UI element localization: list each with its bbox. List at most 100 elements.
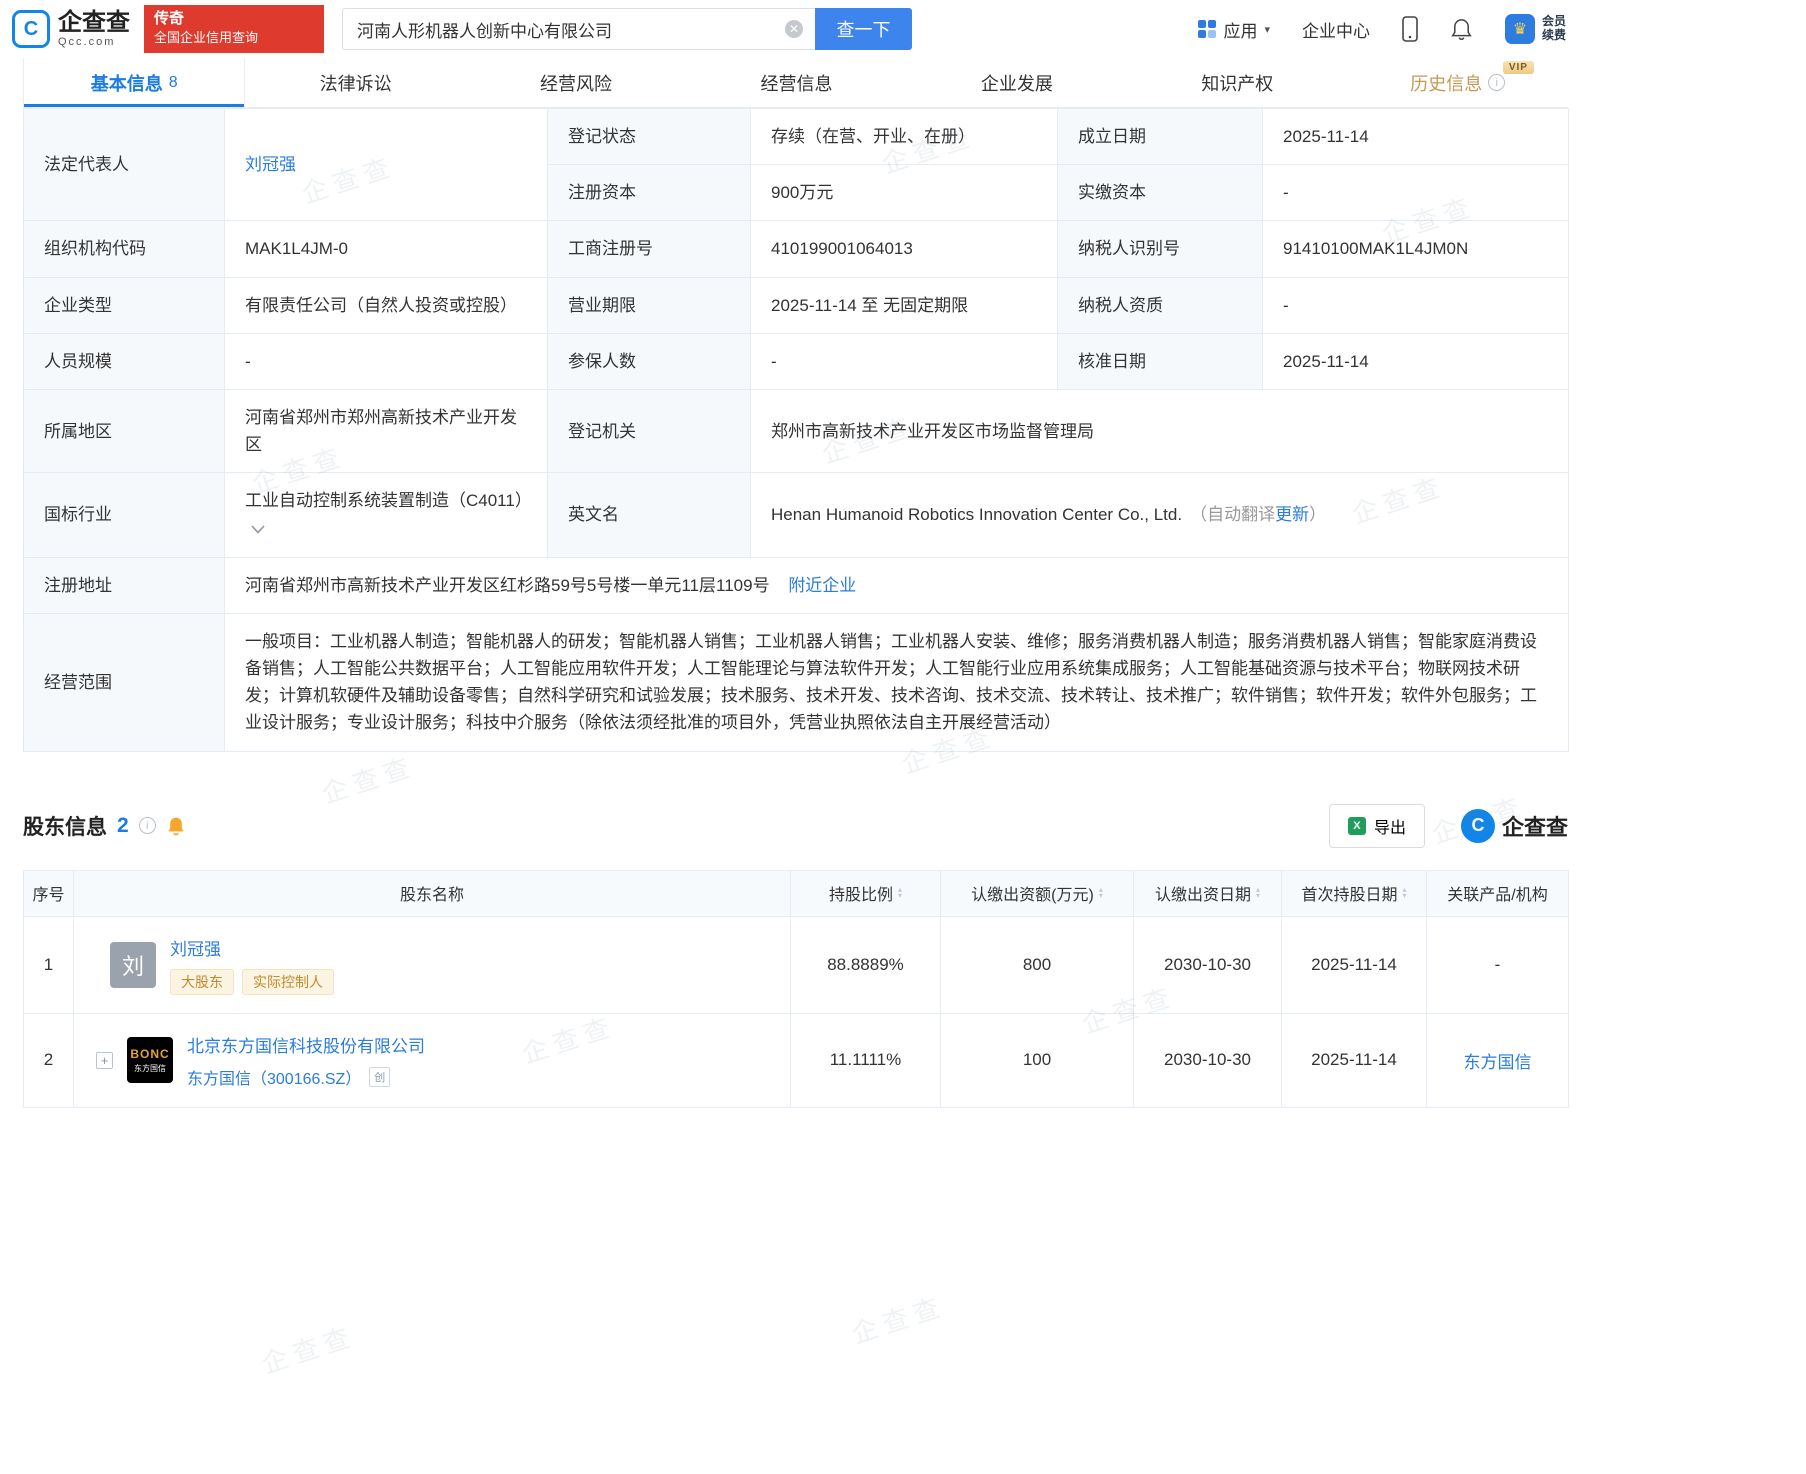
label-biz-reg-no: 工商注册号 xyxy=(548,221,751,277)
apps-menu[interactable]: 应用 ▾ xyxy=(1198,17,1270,42)
logo-cn-text: 企查查 xyxy=(58,10,130,35)
clear-icon[interactable]: ✕ xyxy=(785,20,803,38)
watermark-text: 企查查 xyxy=(847,1286,950,1351)
table-row: 注册地址 河南省郑州市高新技术产业开发区红杉路59号5号楼一单元11层1109号… xyxy=(24,557,1569,613)
avatar: 刘 xyxy=(110,942,156,988)
value-biz-term: 2025-11-14 至 无固定期限 xyxy=(751,277,1058,333)
col-subscribe-date[interactable]: 认缴出资日期▴▾ xyxy=(1134,870,1282,916)
tab-intellectual-property[interactable]: 知识产权 xyxy=(1127,58,1347,107)
col-seq: 序号 xyxy=(24,870,74,916)
search-button[interactable]: 查一下 xyxy=(815,8,912,50)
col-shareholder-name: 股东名称 xyxy=(74,870,791,916)
label-taxpayer-id: 纳税人识别号 xyxy=(1058,221,1263,277)
seq-cell: 2 xyxy=(24,1013,74,1107)
shareholders-count: 2 xyxy=(117,814,129,838)
label-insured-count: 参保人数 xyxy=(548,333,751,389)
mobile-app-icon[interactable] xyxy=(1402,16,1418,42)
table-row-shareholder-1: 1 刘 刘冠强 大股东 实际控制人 88.8889% 800 xyxy=(24,916,1569,1013)
history-info-icon[interactable]: i xyxy=(1488,74,1505,91)
caret-down-icon: ▾ xyxy=(1264,23,1270,36)
notification-bell-icon[interactable] xyxy=(1450,17,1473,42)
table-row: 国标行业 工业自动控制系统装置制造（C4011） 英文名 Henan Human… xyxy=(24,473,1569,557)
label-taxpayer-qual: 纳税人资质 xyxy=(1058,277,1263,333)
col-subscribed-amount[interactable]: 认缴出资额(万元)▴▾ xyxy=(941,870,1134,916)
promo-line1: 传奇 xyxy=(154,9,314,29)
monitor-bell-icon[interactable] xyxy=(166,815,186,837)
search-bar: ✕ 查一下 xyxy=(342,8,912,50)
tab-history-info[interactable]: VIP 历史信息 i xyxy=(1348,58,1568,107)
tag-major-shareholder: 大股东 xyxy=(170,969,234,995)
legal-rep-link[interactable]: 刘冠强 xyxy=(245,155,296,174)
value-reg-authority: 郑州市高新技术产业开发区市场监督管理局 xyxy=(751,389,1569,472)
apps-grid-icon xyxy=(1198,20,1216,38)
auto-translate-note: （自动翻译更新） xyxy=(1190,505,1326,524)
label-business-scope: 经营范围 xyxy=(24,613,225,751)
shareholders-info-icon[interactable]: i xyxy=(139,817,156,834)
search-input[interactable] xyxy=(342,8,815,50)
value-org-code: MAK1L4JM-0 xyxy=(225,221,548,277)
sort-icon[interactable]: ▴▾ xyxy=(898,887,902,899)
label-biz-term: 营业期限 xyxy=(548,277,751,333)
label-industry: 国标行业 xyxy=(24,473,225,557)
value-reg-capital: 900万元 xyxy=(751,165,1058,221)
first-hold-date-cell: 2025-11-14 xyxy=(1282,1013,1427,1107)
table-row: 企业类型 有限责任公司（自然人投资或控股） 营业期限 2025-11-14 至 … xyxy=(24,277,1569,333)
tab-legal-litigation[interactable]: 法律诉讼 xyxy=(245,58,465,107)
table-row-shareholder-2: 2 + BONC 东方国信 北京东方国信科技股份有限公司 东方国信（300166… xyxy=(24,1013,1569,1107)
label-paid-capital: 实缴资本 xyxy=(1058,165,1263,221)
tab-basic-info[interactable]: 基本信息 8 xyxy=(23,58,245,107)
tab-enterprise-development[interactable]: 企业发展 xyxy=(907,58,1127,107)
related-product-link[interactable]: 东方国信 xyxy=(1464,1053,1532,1072)
expand-row-button[interactable]: + xyxy=(96,1052,113,1069)
logo-en-text: Qcc.com xyxy=(58,36,130,48)
value-reg-status: 存续（在营、开业、在册） xyxy=(751,109,1058,165)
sort-icon[interactable]: ▴▾ xyxy=(1099,887,1103,899)
tab-operating-info[interactable]: 经营信息 xyxy=(686,58,906,107)
subscribe-date-cell: 2030-10-30 xyxy=(1134,916,1282,1013)
qcc-stamp-icon: C xyxy=(1461,809,1495,843)
shareholder-name-link[interactable]: 北京东方国信科技股份有限公司 xyxy=(187,1037,425,1056)
promo-badge[interactable]: 传奇 全国企业信用查询 xyxy=(144,5,324,53)
stock-code-link[interactable]: 东方国信（300166.SZ） xyxy=(187,1065,361,1089)
tab-operating-risk[interactable]: 经营风险 xyxy=(466,58,686,107)
value-paid-capital: - xyxy=(1263,165,1569,221)
watermark-text: 企查查 xyxy=(317,746,420,811)
vip-crown-icon: ♛ xyxy=(1505,14,1535,44)
basic-info-table: 法定代表人 刘冠强 登记状态 存续（在营、开业、在册） 成立日期 2025-11… xyxy=(23,108,1569,752)
shareholders-table: 序号 股东名称 持股比例▴▾ 认缴出资额(万元)▴▾ 认缴出资日期▴▾ 首次持股… xyxy=(23,870,1569,1108)
table-header-row: 序号 股东名称 持股比例▴▾ 认缴出资额(万元)▴▾ 认缴出资日期▴▾ 首次持股… xyxy=(24,870,1569,916)
col-first-hold-date[interactable]: 首次持股日期▴▾ xyxy=(1282,870,1427,916)
vip-renewal-button[interactable]: ♛ 会员 续费 xyxy=(1505,14,1566,44)
enterprise-center-link[interactable]: 企业中心 xyxy=(1302,17,1370,42)
shareholder-name-link[interactable]: 刘冠强 xyxy=(170,940,221,959)
label-reg-authority: 登记机关 xyxy=(548,389,751,472)
label-approval-date: 核准日期 xyxy=(1058,333,1263,389)
table-row: 组织机构代码 MAK1L4JM-0 工商注册号 410199001064013 … xyxy=(24,221,1569,277)
table-row: 人员规模 - 参保人数 - 核准日期 2025-11-14 xyxy=(24,333,1569,389)
sort-icon[interactable]: ▴▾ xyxy=(1403,887,1407,899)
value-est-date: 2025-11-14 xyxy=(1263,109,1569,165)
tab-basic-info-count: 8 xyxy=(169,74,178,92)
excel-icon: X xyxy=(1348,817,1366,835)
translate-update-link[interactable]: 更新 xyxy=(1275,505,1309,524)
value-insured-count: - xyxy=(751,333,1058,389)
watermark-text: 企查查 xyxy=(257,1316,360,1381)
shareholders-title: 股东信息 xyxy=(23,811,107,841)
label-est-date: 成立日期 xyxy=(1058,109,1263,165)
subscribe-date-cell: 2030-10-30 xyxy=(1134,1013,1282,1107)
label-reg-status: 登记状态 xyxy=(548,109,751,165)
seq-cell: 1 xyxy=(24,916,74,1013)
label-legal-rep: 法定代表人 xyxy=(24,109,225,221)
export-button[interactable]: X 导出 xyxy=(1329,804,1425,848)
col-ratio[interactable]: 持股比例▴▾ xyxy=(791,870,941,916)
nearby-companies-link[interactable]: 附近企业 xyxy=(788,576,856,595)
ratio-cell: 11.1111% xyxy=(791,1013,941,1107)
value-english-name: Henan Humanoid Robotics Innovation Cente… xyxy=(751,473,1569,557)
value-taxpayer-id: 91410100MAK1L4JM0N xyxy=(1263,221,1569,277)
chevron-down-icon[interactable] xyxy=(251,519,265,538)
amount-cell: 800 xyxy=(941,916,1134,1013)
sort-icon[interactable]: ▴▾ xyxy=(1256,887,1260,899)
label-org-code: 组织机构代码 xyxy=(24,221,225,277)
amount-cell: 100 xyxy=(941,1013,1134,1107)
qcc-logo[interactable]: C 企查查 Qcc.com xyxy=(12,10,130,48)
